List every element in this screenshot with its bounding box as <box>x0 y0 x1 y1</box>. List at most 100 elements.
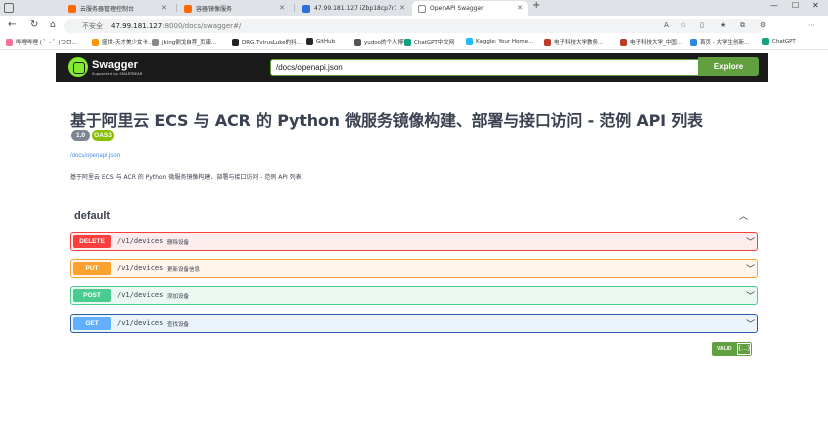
method-badge: GET <box>73 317 111 330</box>
bookmark-favicon-icon <box>620 38 627 46</box>
method-badge: POST <box>73 289 111 302</box>
operation-path: /v1/devices <box>117 291 164 299</box>
bookmark-favicon-icon <box>6 38 13 46</box>
bookmark-item[interactable]: GitHub <box>306 38 335 45</box>
collections-icon[interactable]: ⧉ <box>740 21 745 30</box>
validator-icon: {...} <box>736 343 751 355</box>
split-screen-icon[interactable]: ▯ <box>700 21 704 29</box>
bookmark-favicon-icon <box>92 38 99 46</box>
close-window-icon[interactable]: ✕ <box>812 1 819 10</box>
close-tab-icon[interactable]: ✕ <box>279 4 285 12</box>
operation-put[interactable]: PUT/v1/devices 更新设备信息 ﹀ <box>70 259 758 278</box>
swagger-logo-icon[interactable] <box>68 57 88 77</box>
extensions-icon[interactable]: ⚙ <box>760 21 766 29</box>
browser-tab[interactable]: 云服务器管理控制台 ✕ <box>62 1 172 16</box>
bookmark-item[interactable]: DRG.TvirusLuke的抖... <box>232 38 302 46</box>
chevron-down-icon[interactable]: ﹀ <box>746 289 755 302</box>
bookmark-favicon-icon <box>152 38 159 46</box>
bookmark-label: 首页 - 大学生创新... <box>700 40 750 46</box>
tab-favicon-icon <box>68 4 76 13</box>
reload-icon[interactable]: ↻ <box>30 19 38 30</box>
read-aloud-icon[interactable]: A <box>664 21 669 29</box>
bookmark-favicon-icon <box>466 38 473 45</box>
bookmark-item[interactable]: 电子科技大学_中国... <box>620 38 682 46</box>
bookmark-item[interactable]: jking倒戈自荐_页康... <box>152 38 216 46</box>
home-icon[interactable]: ⌂ <box>50 20 56 30</box>
chevron-down-icon[interactable]: ﹀ <box>746 317 755 330</box>
tab-favicon-icon <box>184 4 192 13</box>
maximize-icon[interactable]: ☐ <box>792 1 799 10</box>
tab-title: OpenAPI Swagger <box>430 5 484 12</box>
bookmark-label: DRG.TvirusLuke的抖... <box>242 40 302 46</box>
url-path: :8000/docs/swagger#/ <box>162 22 242 30</box>
method-badge: DELETE <box>73 235 111 248</box>
bookmark-label: GitHub <box>316 38 336 45</box>
operation-summary: 添加设备 <box>167 294 190 300</box>
browser-tab[interactable]: 47.99.181.127 iZbp18cp7r1h5ei0... ✕ <box>296 1 410 16</box>
bookmark-item[interactable]: Kaggle: Your Home... <box>466 38 533 45</box>
chevron-down-icon[interactable]: ﹀ <box>746 235 755 248</box>
tag-section-default[interactable]: default ︿ <box>70 206 758 228</box>
chevron-down-icon[interactable]: ﹀ <box>746 262 755 275</box>
bookmark-item[interactable]: 哔哩哔哩 ( ゜- ゜)つロ... <box>6 38 77 46</box>
bookmark-item[interactable]: 首页 - 大学生创新... <box>690 38 749 46</box>
tab-favicon-icon <box>302 4 310 13</box>
bookmark-label: 哔哩哔哩 ( ゜- ゜)つロ... <box>16 40 77 46</box>
bookmark-favicon-icon <box>544 38 551 46</box>
url-field[interactable]: 不安全 47.99.181.127 :8000/docs/swagger#/ <box>64 19 764 33</box>
browser-tab[interactable]: 容器镜像服务 ✕ <box>178 1 290 16</box>
close-tab-icon[interactable]: ✕ <box>161 4 167 12</box>
bookmark-label: ChatGPT中文网 <box>414 40 455 46</box>
bookmark-label: 电子科技大学_中国... <box>630 40 682 46</box>
bookmark-label: 电子科技大学教务... <box>554 40 604 46</box>
chevron-up-icon[interactable]: ︿ <box>739 209 748 222</box>
url-host: 47.99.181.127 <box>111 22 163 30</box>
validator-label: VALID <box>717 346 732 352</box>
bookmark-favicon-icon <box>354 38 361 46</box>
api-description: 基于阿里云 ECS 与 ACR 的 Python 微服务镜像构建、部署与接口访问… <box>70 174 302 181</box>
explore-button[interactable]: Explore <box>698 57 759 76</box>
tab-title: 云服务器管理控制台 <box>80 6 135 13</box>
menu-icon[interactable]: ⋯ <box>808 21 815 29</box>
bookmark-label: jking倒戈自荐_页康... <box>162 40 217 46</box>
bookmark-label: yudoo的个人博客 <box>364 40 409 46</box>
spec-link[interactable]: /docs/openapi.json <box>70 153 120 159</box>
operation-get[interactable]: GET/v1/devices 查找设备 ﹀ <box>70 314 758 333</box>
operation-summary: 更新设备信息 <box>167 267 201 273</box>
bookmark-favicon-icon <box>404 38 411 46</box>
back-icon[interactable]: ← <box>8 19 16 30</box>
operation-summary: 删除设备 <box>167 240 190 246</box>
favorites-icon[interactable]: ★ <box>720 21 726 29</box>
close-tab-icon[interactable]: ✕ <box>517 4 523 12</box>
tag-name: default <box>74 210 111 222</box>
spec-url-input[interactable] <box>270 59 754 76</box>
bookmark-item[interactable]: ChatGPT中文网 <box>404 38 454 46</box>
operation-post[interactable]: POST/v1/devices 添加设备 ﹀ <box>70 286 758 305</box>
close-tab-icon[interactable]: ✕ <box>399 4 405 12</box>
operation-path: /v1/devices <box>117 319 164 327</box>
swagger-brand-sub: Supported by SMARTBEAR <box>92 72 143 76</box>
api-title: 基于阿里云 ECS 与 ACR 的 Python 微服务镜像构建、部署与接口访问… <box>70 111 703 130</box>
tab-title: 47.99.181.127 iZbp18cp7r1h5ei0... <box>314 5 396 12</box>
swagger-brand: Swagger <box>92 59 138 71</box>
browser-tab-active[interactable]: OpenAPI Swagger ✕ <box>412 1 528 16</box>
bookmark-item[interactable]: yudoo的个人博客 <box>354 38 408 46</box>
favorite-star-icon[interactable]: ☆ <box>680 21 686 29</box>
validator-badge[interactable]: VALID {...} <box>712 342 752 356</box>
operation-path: /v1/devices <box>117 264 164 272</box>
operation-delete[interactable]: DELETE/v1/devices 删除设备 ﹀ <box>70 232 758 251</box>
tab-actions-icon[interactable] <box>4 3 14 13</box>
version-badge: 1.0 <box>71 130 90 141</box>
swagger-topbar: Swagger Supported by SMARTBEAR <box>56 53 768 82</box>
method-badge: PUT <box>73 262 111 275</box>
bookmark-item[interactable]: 电子科技大学教务... <box>544 38 603 46</box>
bookmark-item[interactable]: 盛世-天才美少女卡... <box>92 38 153 46</box>
tab-favicon-icon <box>418 4 426 13</box>
new-tab-button[interactable]: + <box>532 0 540 11</box>
security-warning[interactable]: 不安全 <box>82 21 103 31</box>
bookmark-item[interactable]: ChatGPT <box>762 38 796 45</box>
bookmark-label: 盛世-天才美少女卡... <box>102 40 154 46</box>
bookmarks-bar: 哔哩哔哩 ( ゜- ゜)つロ... 盛世-天才美少女卡... jking倒戈自荐_页… <box>0 36 828 50</box>
operation-path: /v1/devices <box>117 237 164 245</box>
minimize-icon[interactable]: — <box>770 1 778 10</box>
